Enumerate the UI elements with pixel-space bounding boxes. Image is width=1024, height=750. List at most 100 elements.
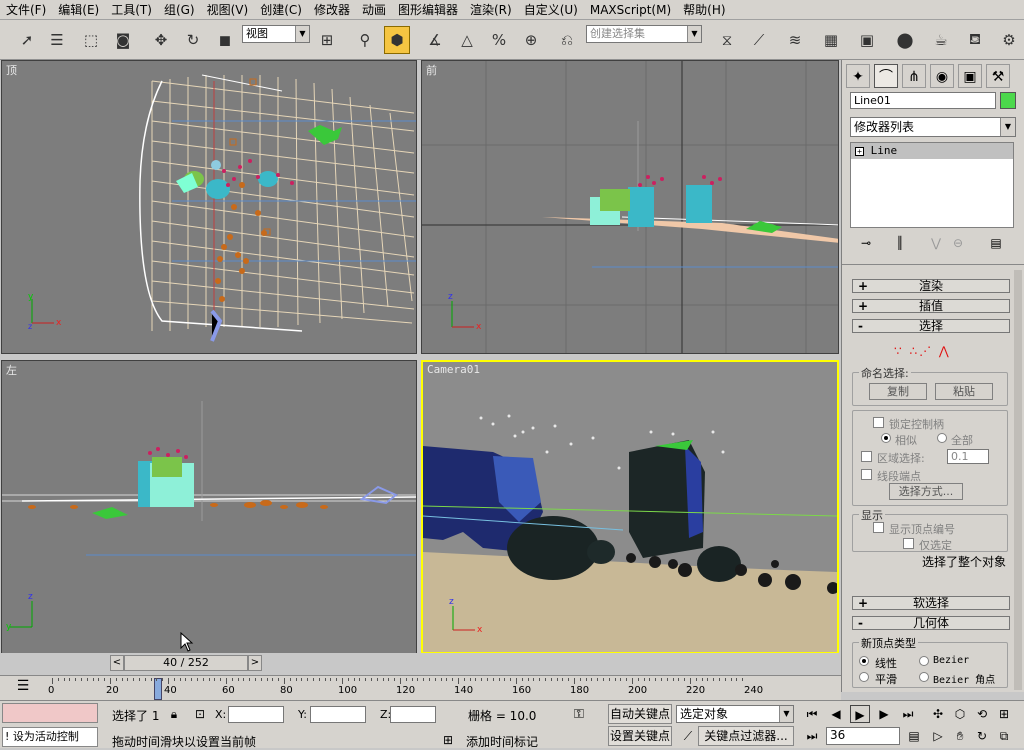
add-time-tag[interactable]: 添加时间标记 — [466, 733, 538, 750]
link-icon[interactable]: ⚲ — [352, 26, 378, 54]
lock-handles-checkbox[interactable] — [873, 417, 884, 428]
bezier-corner-radio[interactable] — [919, 672, 929, 682]
rollout-interpolation[interactable]: + 插值 — [852, 299, 1010, 313]
stack-item-line[interactable]: + Line — [851, 143, 1013, 159]
percent-icon[interactable]: % — [486, 26, 512, 54]
render-frame-icon[interactable]: ⛾ — [962, 26, 988, 54]
quick-render-icon[interactable]: ⚙ — [996, 26, 1022, 54]
align-icon[interactable]: ⟋ — [746, 26, 772, 54]
rollout-rendering[interactable]: + 渲染 — [852, 279, 1010, 293]
panel-scrollbar[interactable] — [1014, 270, 1022, 690]
time-marker[interactable] — [154, 678, 162, 700]
auto-key-button[interactable]: 自动关键点 — [608, 704, 672, 724]
mirror-icon[interactable]: ⧖ — [714, 26, 740, 54]
material-editor-icon[interactable]: ⬤ — [892, 26, 918, 54]
key-mode-icon[interactable]: ⚿ — [574, 707, 596, 723]
menu-item[interactable]: 自定义(U) — [518, 1, 584, 18]
prev-frame-arrow-icon[interactable]: < — [110, 655, 124, 671]
time-tag-icon[interactable]: ⊞ — [438, 731, 458, 749]
go-to-start-icon[interactable]: ⏮ — [802, 705, 822, 723]
rollout-soft-selection[interactable]: + 软选择 — [852, 596, 1010, 610]
go-to-end-icon[interactable]: ⏭ — [898, 705, 918, 723]
viewport-label[interactable]: 顶 — [6, 62, 17, 78]
similar-radio[interactable] — [881, 433, 891, 443]
viewport-left[interactable]: z y 左 — [1, 360, 417, 654]
utilities-tab-icon[interactable]: ⚒ — [986, 64, 1010, 88]
smooth-radio[interactable] — [859, 672, 869, 682]
remove-modifier-icon[interactable]: ⊖ — [948, 234, 968, 252]
motion-tab-icon[interactable]: ◉ — [930, 64, 954, 88]
scale-icon[interactable]: ◼ — [212, 26, 238, 54]
curve-editor-icon[interactable]: ▦ — [818, 26, 844, 54]
configure-sets-icon[interactable]: ▤ — [986, 234, 1006, 252]
default-tangent-icon[interactable]: ⟋ — [678, 727, 698, 745]
time-config-icon[interactable]: ▤ — [904, 727, 924, 745]
menu-item[interactable]: 动画 — [356, 1, 392, 18]
key-mode-toggle-icon[interactable]: ⏭ — [802, 727, 822, 745]
percent-snap-icon[interactable]: △ — [454, 26, 480, 54]
layer-manager-icon[interactable]: ≋ — [782, 26, 808, 54]
pin-stack-icon[interactable]: ⊸ — [856, 234, 876, 252]
window-select-icon[interactable]: ◙ — [110, 26, 136, 54]
viewport-top[interactable]: y x z 顶 — [1, 60, 417, 354]
maximize-viewport-icon[interactable]: ⧉ — [994, 727, 1014, 745]
next-frame-arrow-icon[interactable]: > — [248, 655, 262, 671]
absolute-mode-icon[interactable]: ⊡ — [190, 705, 210, 723]
viewport-front[interactable]: z x 前 — [421, 60, 839, 354]
area-value-field[interactable]: 0.1 — [947, 449, 989, 464]
mini-curve-editor-icon[interactable]: ☰ — [12, 678, 34, 698]
select-arrow-icon[interactable]: ➚ — [14, 26, 40, 54]
menu-item[interactable]: 图形编辑器 — [392, 1, 464, 18]
edit-named-sel-icon[interactable]: ⎌ — [554, 26, 580, 54]
y-coordinate-field[interactable] — [310, 706, 366, 723]
area-select-checkbox[interactable] — [861, 451, 872, 462]
menu-item[interactable]: 组(G) — [158, 1, 201, 18]
show-vertex-numbers-checkbox[interactable] — [873, 522, 884, 533]
x-coordinate-field[interactable] — [228, 706, 284, 723]
current-frame-field[interactable]: 36 — [826, 727, 900, 745]
object-color-swatch[interactable] — [1000, 92, 1016, 109]
pivot-icon[interactable]: ⊞ — [314, 26, 340, 54]
menu-item[interactable]: 创建(C) — [254, 1, 308, 18]
viewport-label[interactable]: 左 — [6, 362, 17, 378]
hierarchy-tab-icon[interactable]: ⋔ — [902, 64, 926, 88]
menu-item[interactable]: 渲染(R) — [464, 1, 518, 18]
modifier-list-dropdown[interactable]: 修改器列表 ▼ — [850, 117, 1016, 137]
viewport-label[interactable]: 前 — [426, 62, 437, 78]
menu-item[interactable]: 帮助(H) — [677, 1, 731, 18]
time-slider[interactable]: 40 / 252 — [124, 655, 248, 671]
bezier-radio[interactable] — [919, 656, 929, 666]
display-tab-icon[interactable]: ▣ — [958, 64, 982, 88]
rollout-geometry[interactable]: - 几何体 — [852, 616, 1010, 630]
pan-icon[interactable]: ✋︎ — [950, 727, 970, 745]
rotate-icon[interactable]: ↻ — [180, 26, 206, 54]
create-tab-icon[interactable]: ✦ — [846, 64, 870, 88]
prev-frame-icon[interactable]: ◀ — [826, 705, 846, 723]
sub-object-level-icons[interactable]: ∵ ∴⋰ ⋀ — [894, 344, 968, 358]
modifier-stack[interactable]: + Line — [850, 142, 1014, 228]
modify-tab-icon[interactable]: ⌒ — [874, 64, 898, 88]
linear-radio[interactable] — [859, 656, 869, 666]
spinner-snap-icon[interactable]: ⊕ — [518, 26, 544, 54]
play-icon[interactable]: ▶ — [850, 705, 870, 723]
snap-toggle-icon[interactable]: ⬢ — [384, 26, 410, 54]
schematic-view-icon[interactable]: ▣ — [854, 26, 880, 54]
menu-item[interactable]: 工具(T) — [105, 1, 158, 18]
select-by-button[interactable]: 选择方式... — [889, 483, 963, 500]
all-radio[interactable] — [937, 433, 947, 443]
select-by-name-icon[interactable]: ☰ — [44, 26, 70, 54]
key-filters-button[interactable]: 关键点过滤器... — [698, 726, 794, 746]
rect-select-icon[interactable]: ⬚ — [78, 26, 104, 54]
angle-snap-icon[interactable]: ∡ — [422, 26, 448, 54]
copy-button[interactable]: 复制 — [869, 383, 927, 400]
reference-coord-select[interactable]: 视图 ▼ — [242, 25, 310, 43]
zoom-all-icon[interactable]: ⬡ — [950, 705, 970, 723]
selected-only-checkbox[interactable] — [903, 538, 914, 549]
zoom-extents-icon[interactable]: ⟲ — [972, 705, 992, 723]
menu-item[interactable]: MAXScript(M) — [584, 3, 677, 17]
menu-item[interactable]: 文件(F) — [0, 1, 52, 18]
named-selection-set[interactable]: 创建选择集 ▼ — [586, 25, 702, 43]
render-setup-icon[interactable]: ☕ — [928, 26, 954, 54]
paste-button[interactable]: 粘贴 — [935, 383, 993, 400]
show-end-result-icon[interactable]: ║ — [890, 234, 910, 252]
